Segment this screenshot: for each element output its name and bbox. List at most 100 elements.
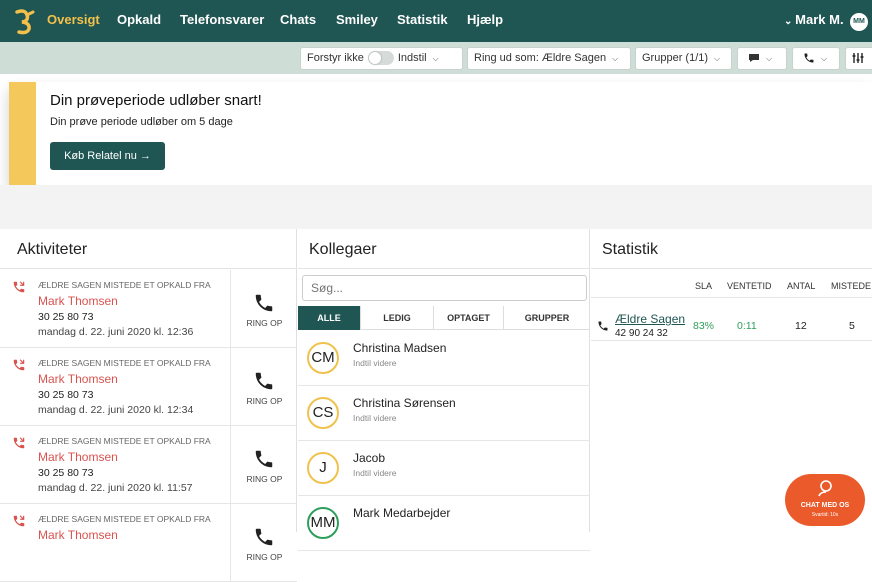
caller-name-link[interactable]: Mark Thomsen [38,450,118,464]
ring-ud-som-dropdown[interactable]: Ring ud som: Ældre Sagen ⌵ [467,47,631,70]
colleague-name: Jacob [353,451,386,465]
colleague-avatar: CM [307,342,339,374]
activity-item: ÆLDRE SAGEN MISTEDE ET OPKALD FRA Mark Th… [0,270,297,348]
tab-ledig[interactable]: LEDIG [360,306,433,330]
ring-ud-label: Ring ud som: Ældre Sagen [474,52,607,64]
trial-banner: Din prøveperiode udløber snart! Din prøv… [9,82,872,185]
caller-name-link[interactable]: Mark Thomsen [38,294,118,308]
tab-optaget[interactable]: OPTAGET [433,306,503,330]
colleague-item[interactable]: MM Mark Medarbejder [298,496,590,551]
ring-op-label: RING OP [246,318,283,328]
activity-item: ÆLDRE SAGEN MISTEDE ET OPKALD FRA Mark Th… [0,426,297,504]
tab-grupper[interactable]: GRUPPER [503,306,590,330]
chat-response-time: Svartid: 10s [811,512,839,518]
stat-ventetid-value: 0:11 [737,320,757,332]
colleague-status: Indtil videre [353,358,397,368]
nav-smiley[interactable]: Smiley [336,12,378,27]
col-header-sla: SLA [695,281,713,291]
nav-opkald[interactable]: Opkald [117,12,161,27]
user-avatar[interactable]: MM [850,13,868,31]
colleague-search-input[interactable] [302,275,587,301]
colleague-name: Mark Medarbejder [353,506,451,520]
toolbar: Forstyr ikke Indstil ⌵ Ring ud som: Ældre … [0,42,872,74]
activities-title: Aktiviteter [0,229,296,269]
missed-call-icon [13,437,25,449]
section-gap [0,185,872,229]
caller-phone: 30 25 80 73 [38,311,94,323]
ring-op-button[interactable]: RING OP [230,270,297,348]
top-navigation: Oversigt Opkald Telefonsvarer Chats Smil… [0,0,872,42]
phone-icon [804,53,814,63]
missed-call-icon [13,281,25,293]
phone-icon [255,294,273,312]
ring-op-label: RING OP [246,396,283,406]
activity-item: ÆLDRE SAGEN MISTEDE ET OPKALD FRA Mark Th… [0,504,297,582]
colleague-filter-tabs: ALLE LEDIG OPTAGET GRUPPER [298,306,590,330]
missed-call-icon [13,515,25,527]
ring-op-label: RING OP [246,474,283,484]
settings-button[interactable] [845,47,872,70]
banner-accent-stripe [9,82,36,185]
colleague-item[interactable]: CS Christina Sørensen Indtil videre [298,386,590,441]
grupper-dropdown[interactable]: Grupper (1/1) ⌵ [635,47,732,70]
nav-chats[interactable]: Chats [280,12,316,27]
ring-op-button[interactable]: RING OP [230,348,297,426]
chat-label: CHAT MED OS [800,502,850,509]
phone-icon [598,321,608,331]
colleague-status: Indtil videre [353,468,397,478]
chevron-down-icon: ⌄ [784,16,796,27]
caller-name-link[interactable]: Mark Thomsen [38,372,118,386]
stat-line-link[interactable]: Ældre Sagen [615,312,685,326]
caller-phone: 30 25 80 73 [38,389,94,401]
colleagues-title: Kollegaer [298,229,589,269]
stat-mistede-value: 5 [849,320,855,332]
dnd-toggle[interactable] [367,51,394,66]
nav-statistik[interactable]: Statistik [397,12,448,27]
nav-telefonsvarer[interactable]: Telefonsvarer [180,12,264,27]
activities-panel: Aktiviteter ÆLDRE SAGEN MISTEDE ET OPKAL… [0,229,297,582]
tab-alle[interactable]: ALLE [298,306,360,330]
chevron-down-icon: ⌵ [766,54,773,63]
chat-with-us-button[interactable]: CHAT MED OS Svartid: 10s [785,474,865,526]
caller-phone: 30 25 80 73 [38,467,94,479]
chevron-down-icon: ⌵ [432,54,439,63]
stat-sla-value: 83% [693,320,715,332]
chevron-down-icon: ⌵ [821,54,828,63]
banner-title: Din prøveperiode udløber snart! [50,92,262,109]
buy-relatel-button[interactable]: Køb Relatel nu → [50,142,165,170]
missed-call-icon [13,359,25,371]
colleague-item[interactable]: J Jacob Indtil videre [298,441,590,496]
chat-icon [818,480,832,497]
colleague-avatar: J [307,452,339,484]
activity-label: ÆLDRE SAGEN MISTEDE ET OPKALD FRA [38,280,211,290]
phone-icon [255,528,273,546]
relatel-logo[interactable] [12,7,38,35]
indstil-dropdown[interactable]: Indstil [398,52,427,64]
activity-item: ÆLDRE SAGEN MISTEDE ET OPKALD FRA Mark Th… [0,348,297,426]
col-header-ventetid: VENTETID [727,281,772,291]
chat-status-dropdown[interactable]: ⌵ [737,47,787,70]
stat-antal-value: 12 [795,320,807,332]
caller-name-link[interactable]: Mark Thomsen [38,528,118,542]
colleagues-panel: Kollegaer ALLE LEDIG OPTAGET GRUPPER CMC… [298,229,590,551]
phone-icon [255,372,273,390]
ring-op-button[interactable]: RING OP [230,426,297,504]
statistics-title: Statistik [591,229,872,269]
ring-op-button[interactable]: RING OP [230,504,297,582]
call-timestamp: mandag d. 22. juni 2020 kl. 12:34 [38,404,194,416]
user-name: Mark M. [795,12,844,27]
colleague-status: Indtil videre [353,413,397,423]
nav-hjaelp[interactable]: Hjælp [467,12,503,27]
user-menu[interactable]: ⌄ Mark M. [784,12,844,27]
phone-status-dropdown[interactable]: ⌵ [792,47,840,70]
chevron-down-icon: ⌵ [714,54,721,63]
call-timestamp: mandag d. 22. juni 2020 kl. 12:36 [38,326,194,338]
sliders-icon [852,53,864,64]
chevron-down-icon: ⌵ [612,54,619,63]
nav-oversigt[interactable]: Oversigt [47,12,100,27]
activity-label: ÆLDRE SAGEN MISTEDE ET OPKALD FRA [38,358,211,368]
colleague-item[interactable]: CM Christina Madsen Indtil videre [298,331,590,386]
activity-label: ÆLDRE SAGEN MISTEDE ET OPKALD FRA [38,514,211,524]
stat-line-number: 42 90 24 32 [615,328,668,339]
banner-text: Din prøve periode udløber om 5 dage [50,116,233,128]
